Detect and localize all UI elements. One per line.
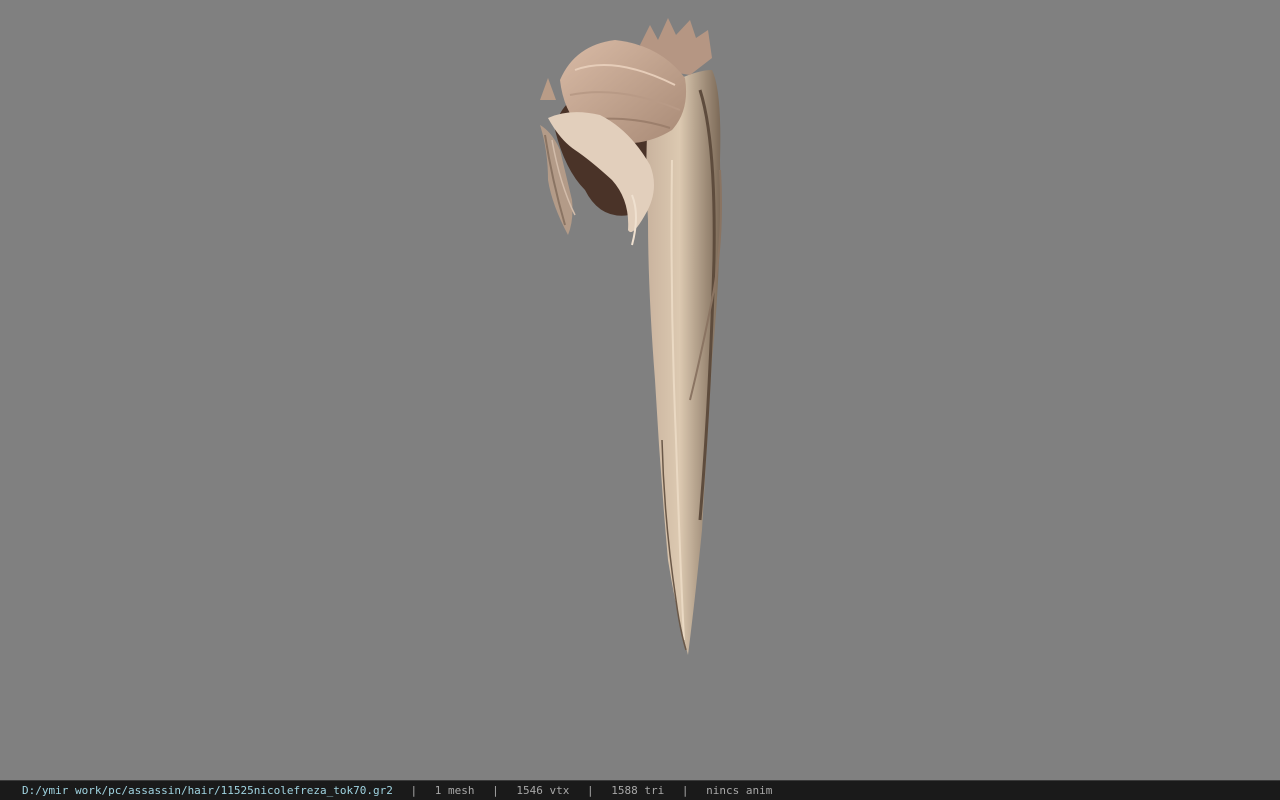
animation-status: nincs anim — [706, 784, 773, 797]
hair-loose-strand — [540, 78, 556, 100]
mesh-count: 1 mesh — [434, 784, 475, 797]
model-file-path: D:/ymir work/pc/assassin/hair/11525nicol… — [22, 784, 393, 797]
hair-model — [540, 18, 722, 655]
status-separator: | — [492, 784, 499, 797]
vertex-count: 1546 vtx — [516, 784, 570, 797]
status-separator: | — [410, 784, 418, 797]
status-separator: | — [586, 784, 594, 797]
triangle-count: 1588 tri — [611, 784, 665, 797]
status-bar: D:/ymir work/pc/assassin/hair/11525nicol… — [0, 780, 1280, 800]
3d-viewport[interactable] — [0, 0, 1280, 780]
status-separator: | — [681, 784, 689, 797]
